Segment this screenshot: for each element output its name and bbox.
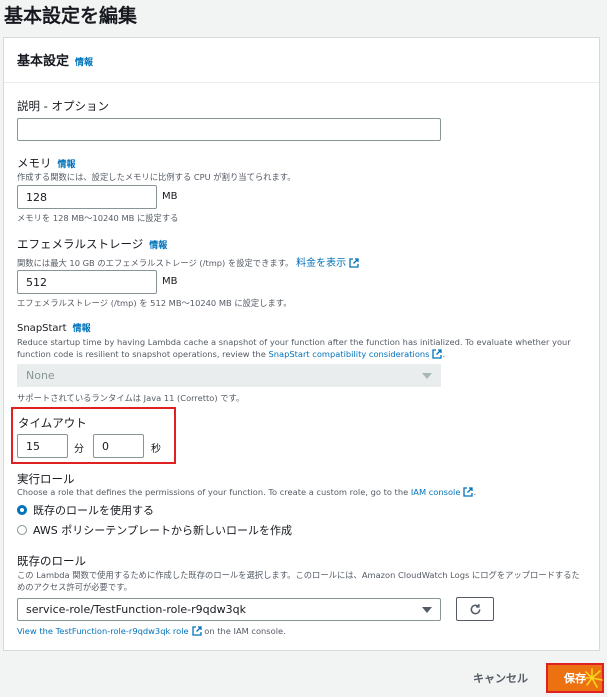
panel-header: 基本設定 情報 — [4, 38, 599, 83]
view-role-suffix: on the IAM console. — [204, 626, 286, 636]
save-button-label: 保存 — [564, 672, 586, 685]
ephemeral-info-link[interactable]: 情報 — [149, 241, 167, 251]
radio-create-from-template[interactable]: AWS ポリシーテンプレートから新しいロールを作成 — [17, 522, 292, 538]
memory-label: メモリ 情報 — [17, 155, 76, 171]
radio-button[interactable] — [17, 525, 27, 535]
refresh-button[interactable] — [456, 597, 494, 621]
radio-use-existing-role[interactable]: 既存のロールを使用する — [17, 502, 154, 518]
snapstart-description: Reduce startup time by having Lambda cac… — [17, 336, 577, 360]
page-title: 基本設定を編集 — [4, 5, 138, 27]
memory-input[interactable]: 128 — [17, 185, 157, 209]
timeout-minutes-unit: 分 — [74, 444, 84, 455]
click-burst-icon — [584, 668, 603, 688]
view-role-link[interactable]: View the TestFunction-role-r9qdw3qk role — [17, 626, 189, 636]
radio-button-checked[interactable] — [17, 505, 27, 515]
chevron-down-icon — [422, 606, 432, 613]
view-role-line: View the TestFunction-role-r9qdw3qk role… — [17, 626, 286, 636]
radio-label-existing: 既存のロールを使用する — [33, 504, 154, 517]
memory-unit: MB — [162, 191, 178, 202]
role-period: . — [473, 487, 477, 497]
timeout-seconds-unit: 秒 — [151, 444, 161, 455]
chevron-down-icon — [422, 372, 432, 379]
execution-role-description: Choose a role that defines the permissio… — [17, 487, 476, 497]
cancel-button[interactable]: キャンセル — [473, 670, 528, 686]
execution-role-label: 実行ロール — [17, 472, 75, 486]
timeout-seconds-input[interactable]: 0 — [93, 434, 144, 458]
description-label: 説明 - オプション — [17, 99, 109, 113]
memory-info-link[interactable]: 情報 — [58, 160, 76, 170]
role-desc-text: Choose a role that defines the permissio… — [17, 487, 409, 497]
memory-description: 作成する関数には、設定したメモリに比例する CPU が割り当てられます。 — [17, 172, 296, 182]
snapstart-support-text: サポートされているランタイムは Java 11 (Corretto) です。 — [17, 393, 245, 403]
description-input[interactable] — [17, 118, 441, 141]
existing-role-select[interactable]: service-role/TestFunction-role-r9qdw3qk — [17, 598, 441, 621]
pricing-link[interactable]: 料金を表示 — [296, 258, 346, 269]
external-link-icon[interactable] — [463, 487, 474, 497]
snapstart-compat-link[interactable]: SnapStart compatibility considerations — [268, 349, 429, 359]
external-link-icon[interactable] — [349, 258, 359, 268]
snapstart-selected: None — [26, 369, 55, 382]
snapstart-info-link[interactable]: 情報 — [73, 324, 91, 334]
ephemeral-label-text: エフェメラルストレージ — [17, 237, 144, 251]
ephemeral-label: エフェメラルストレージ 情報 — [17, 236, 167, 252]
ephemeral-description: 関数には最大 10 GB のエフェメラルストレージ (/tmp) を設定できます… — [17, 254, 359, 269]
existing-role-label: 既存のロール — [17, 554, 86, 568]
timeout-label: タイムアウト — [18, 416, 87, 430]
ephemeral-constraint: エフェメラルストレージ (/tmp) を 512 MB〜10240 MB に設定… — [17, 298, 292, 308]
panel-title: 基本設定 — [17, 54, 70, 69]
ephemeral-unit: MB — [162, 276, 178, 287]
ephemeral-input[interactable]: 512 — [17, 270, 157, 294]
existing-role-description: この Lambda 関数で使用するために作成した既存のロールを選択します。このロ… — [17, 570, 580, 592]
panel-info-link[interactable]: 情報 — [75, 58, 93, 68]
snapstart-select: None — [17, 364, 441, 387]
existing-role-selected: service-role/TestFunction-role-r9qdw3qk — [26, 603, 246, 616]
timeout-minutes-input[interactable]: 15 — [17, 434, 68, 458]
memory-constraint: メモリを 128 MB〜10240 MB に設定する — [17, 213, 179, 223]
radio-label-template: AWS ポリシーテンプレートから新しいロールを作成 — [33, 524, 292, 537]
iam-console-link[interactable]: IAM console — [411, 487, 461, 497]
ephemeral-desc-text: 関数には最大 10 GB のエフェメラルストレージ (/tmp) を設定できます… — [17, 258, 294, 268]
external-link-icon[interactable] — [191, 626, 202, 636]
refresh-icon — [470, 603, 480, 614]
external-link-icon[interactable] — [432, 349, 443, 359]
snapstart-label: SnapStart 情報 — [17, 321, 91, 334]
snapstart-period: . — [442, 349, 446, 359]
memory-label-text: メモリ — [17, 156, 52, 170]
snapstart-label-text: SnapStart — [17, 323, 67, 334]
